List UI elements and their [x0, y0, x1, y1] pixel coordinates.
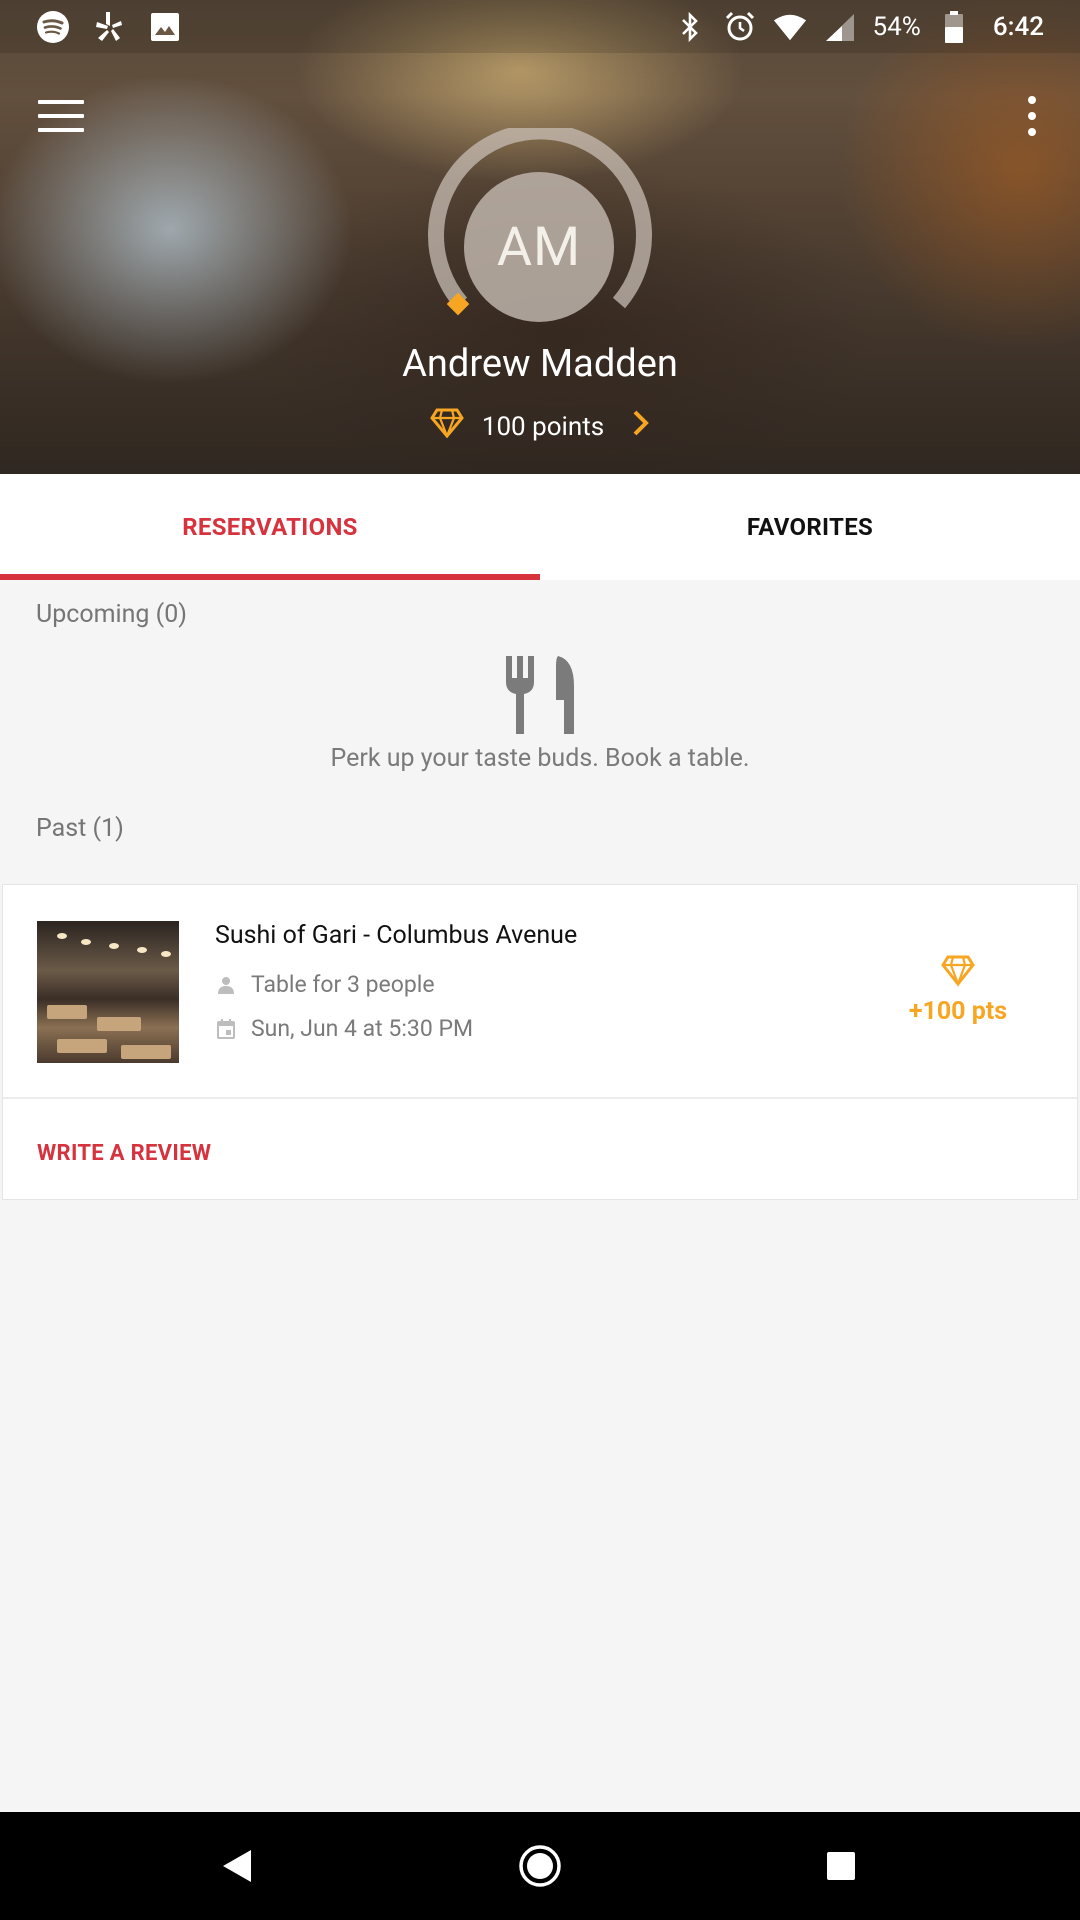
person-icon — [215, 974, 237, 996]
image-icon — [148, 10, 182, 44]
status-bar: 54% 6:42 — [0, 0, 1080, 53]
calendar-icon — [215, 1018, 237, 1040]
recents-icon[interactable] — [824, 1812, 858, 1920]
restaurant-photo — [37, 921, 179, 1063]
tab-bar: RESERVATIONS FAVORITES — [0, 474, 1080, 580]
hamburger-menu-icon[interactable] — [36, 96, 86, 136]
spotify-icon — [36, 10, 70, 44]
home-icon[interactable] — [516, 1812, 564, 1920]
party-size-row: Table for 3 people — [215, 971, 435, 998]
diamond-icon — [429, 408, 464, 445]
avatar: AM — [464, 172, 614, 322]
tab-favorites[interactable]: FAVORITES — [540, 474, 1080, 580]
signal-icon — [823, 10, 857, 44]
battery-percent: 54% — [872, 11, 921, 42]
card-divider — [3, 1097, 1077, 1099]
points-link[interactable]: 100 points — [0, 408, 1080, 445]
party-size: Table for 3 people — [251, 971, 435, 998]
yelp-icon — [92, 10, 126, 44]
status-time: 6:42 — [992, 11, 1044, 42]
fork-knife-icon — [506, 656, 574, 738]
chevron-right-icon — [632, 409, 650, 444]
profile-header: 54% 6:42 AM Andrew Madden 100 points — [0, 0, 1080, 474]
datetime-row: Sun, Jun 4 at 5:30 PM — [215, 1015, 473, 1042]
earned-points: +100 pts — [893, 955, 1023, 1026]
upcoming-section-label: Upcoming (0) — [36, 600, 187, 629]
back-icon[interactable] — [210, 1812, 264, 1920]
past-section-label: Past (1) — [36, 814, 124, 843]
reservation-datetime: Sun, Jun 4 at 5:30 PM — [251, 1015, 474, 1042]
system-nav-bar — [0, 1812, 1080, 1920]
wifi-icon — [773, 10, 807, 44]
overflow-menu-icon[interactable] — [1020, 96, 1044, 136]
points-label: 100 points — [481, 411, 605, 442]
battery-icon — [937, 10, 971, 44]
bluetooth-icon — [673, 10, 707, 44]
alarm-icon — [723, 10, 757, 44]
diamond-icon — [941, 955, 975, 991]
reservation-item[interactable]: Sushi of Gari - Columbus Avenue Table fo… — [3, 885, 1077, 1097]
reservation-card: Sushi of Gari - Columbus Avenue Table fo… — [2, 884, 1078, 1200]
write-review-button[interactable]: WRITE A REVIEW — [37, 1141, 211, 1166]
user-name: Andrew Madden — [402, 342, 678, 386]
avatar-with-progress[interactable]: AM — [420, 128, 660, 368]
tab-reservations[interactable]: RESERVATIONS — [0, 474, 540, 580]
restaurant-name: Sushi of Gari - Columbus Avenue — [215, 921, 578, 950]
empty-state-message: Perk up your taste buds. Book a table. — [330, 744, 750, 773]
earned-points-label: +100 pts — [908, 997, 1008, 1026]
